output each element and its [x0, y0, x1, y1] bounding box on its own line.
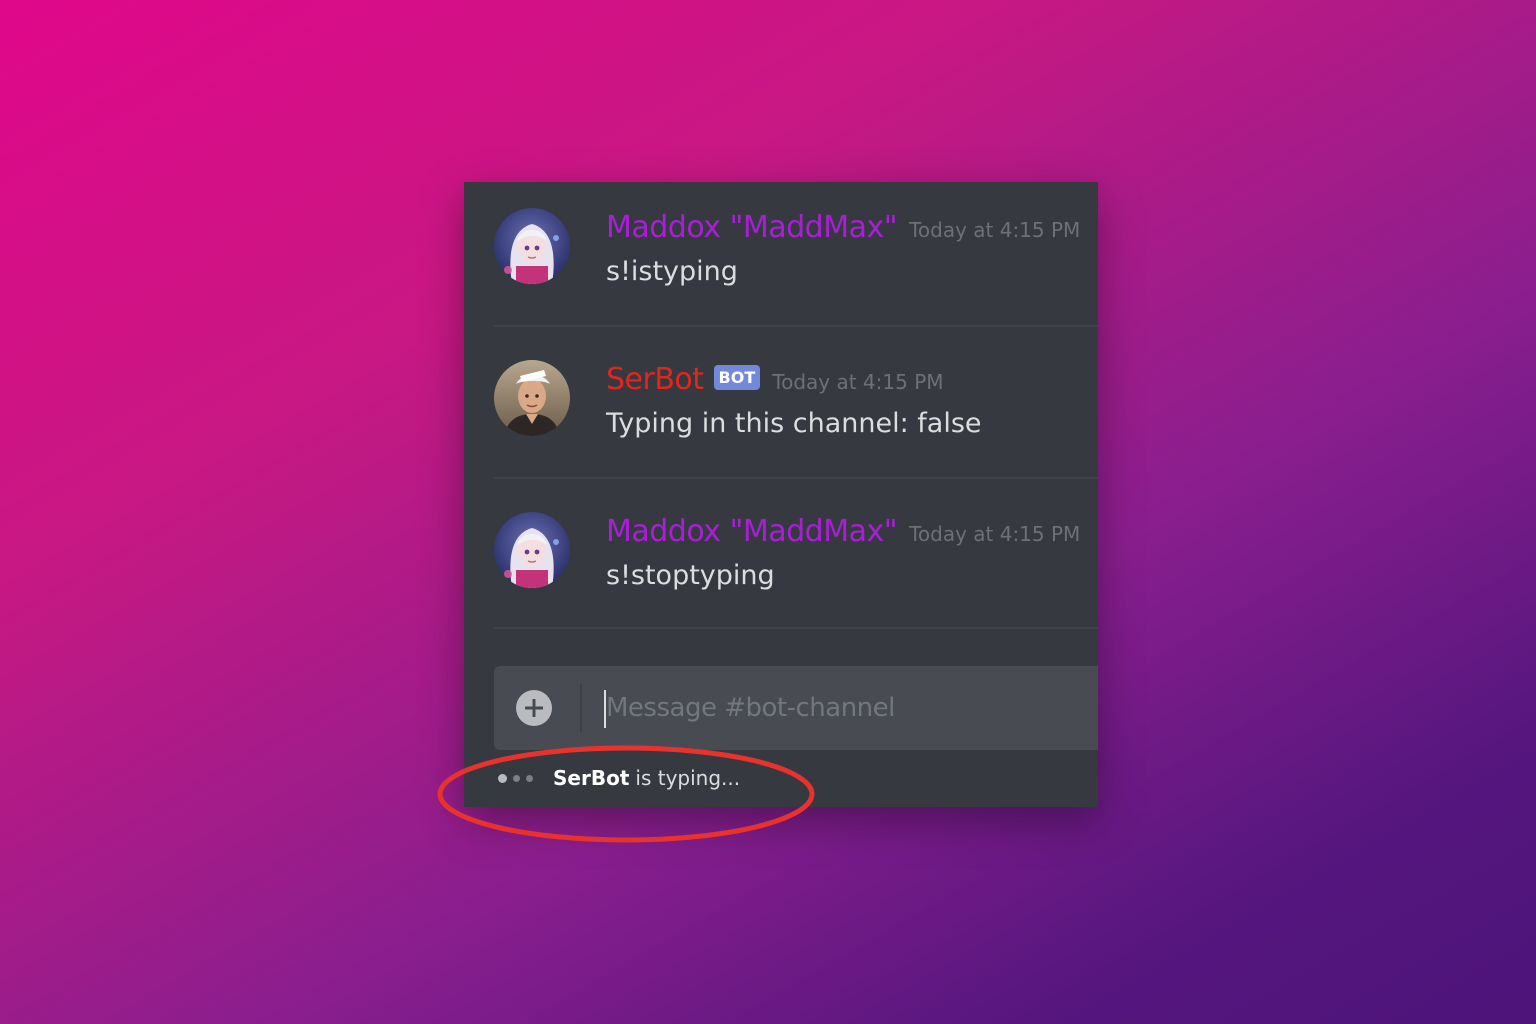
username[interactable]: Maddox "MaddMax" [606, 514, 898, 549]
username[interactable]: Maddox "MaddMax" [606, 210, 898, 245]
message-input[interactable] [606, 682, 1086, 734]
chat-panel: Maddox "MaddMax" Today at 4:15 PM s!isty… [464, 182, 1098, 807]
typing-dots-icon [498, 773, 539, 783]
typing-user-name: SerBot [553, 766, 630, 790]
avatar-anime-girl[interactable] [494, 208, 570, 284]
bot-tag-badge: BOT [713, 365, 761, 390]
message-divider [494, 325, 1098, 327]
avatar-man-photo[interactable] [494, 360, 570, 436]
message-content: s!stoptyping [606, 560, 775, 591]
message-item: Maddox "MaddMax" Today at 4:15 PM s!stop… [464, 486, 1098, 636]
message-header: Maddox "MaddMax" Today at 4:15 PM [606, 210, 1080, 245]
composer-divider [580, 684, 582, 732]
message-divider [494, 627, 1098, 629]
avatar-anime-girl[interactable] [494, 512, 570, 588]
timestamp: Today at 4:15 PM [772, 370, 944, 394]
timestamp: Today at 4:15 PM [909, 522, 1081, 546]
message-item: SerBot BOT Today at 4:15 PM Typing in th… [464, 334, 1098, 484]
message-item: Maddox "MaddMax" Today at 4:15 PM s!isty… [464, 182, 1098, 332]
message-header: SerBot BOT Today at 4:15 PM [606, 362, 944, 397]
timestamp: Today at 4:15 PM [909, 218, 1081, 242]
username[interactable]: SerBot [606, 362, 704, 397]
typing-indicator: SerBot is typing... [498, 766, 740, 790]
typing-status-text: is typing... [635, 766, 741, 790]
message-header: Maddox "MaddMax" Today at 4:15 PM [606, 514, 1080, 549]
message-content: Typing in this channel: false [606, 408, 982, 439]
message-divider [494, 477, 1098, 479]
message-content: s!istyping [606, 256, 738, 287]
plus-circle-icon[interactable] [516, 690, 552, 726]
message-composer [494, 666, 1098, 750]
